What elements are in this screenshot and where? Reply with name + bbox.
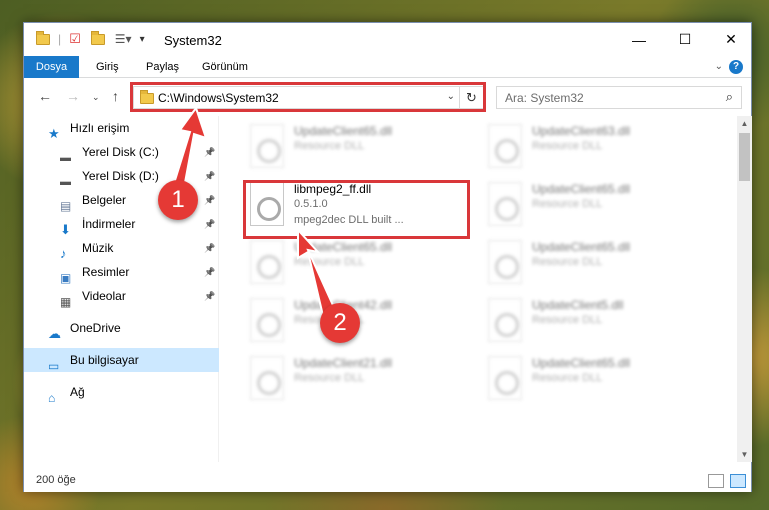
step-badge-1: 1 [158, 180, 198, 220]
step-badge-2: 2 [320, 303, 360, 343]
annotation-arrows [170, 105, 338, 322]
arrow-1 [170, 105, 208, 192]
